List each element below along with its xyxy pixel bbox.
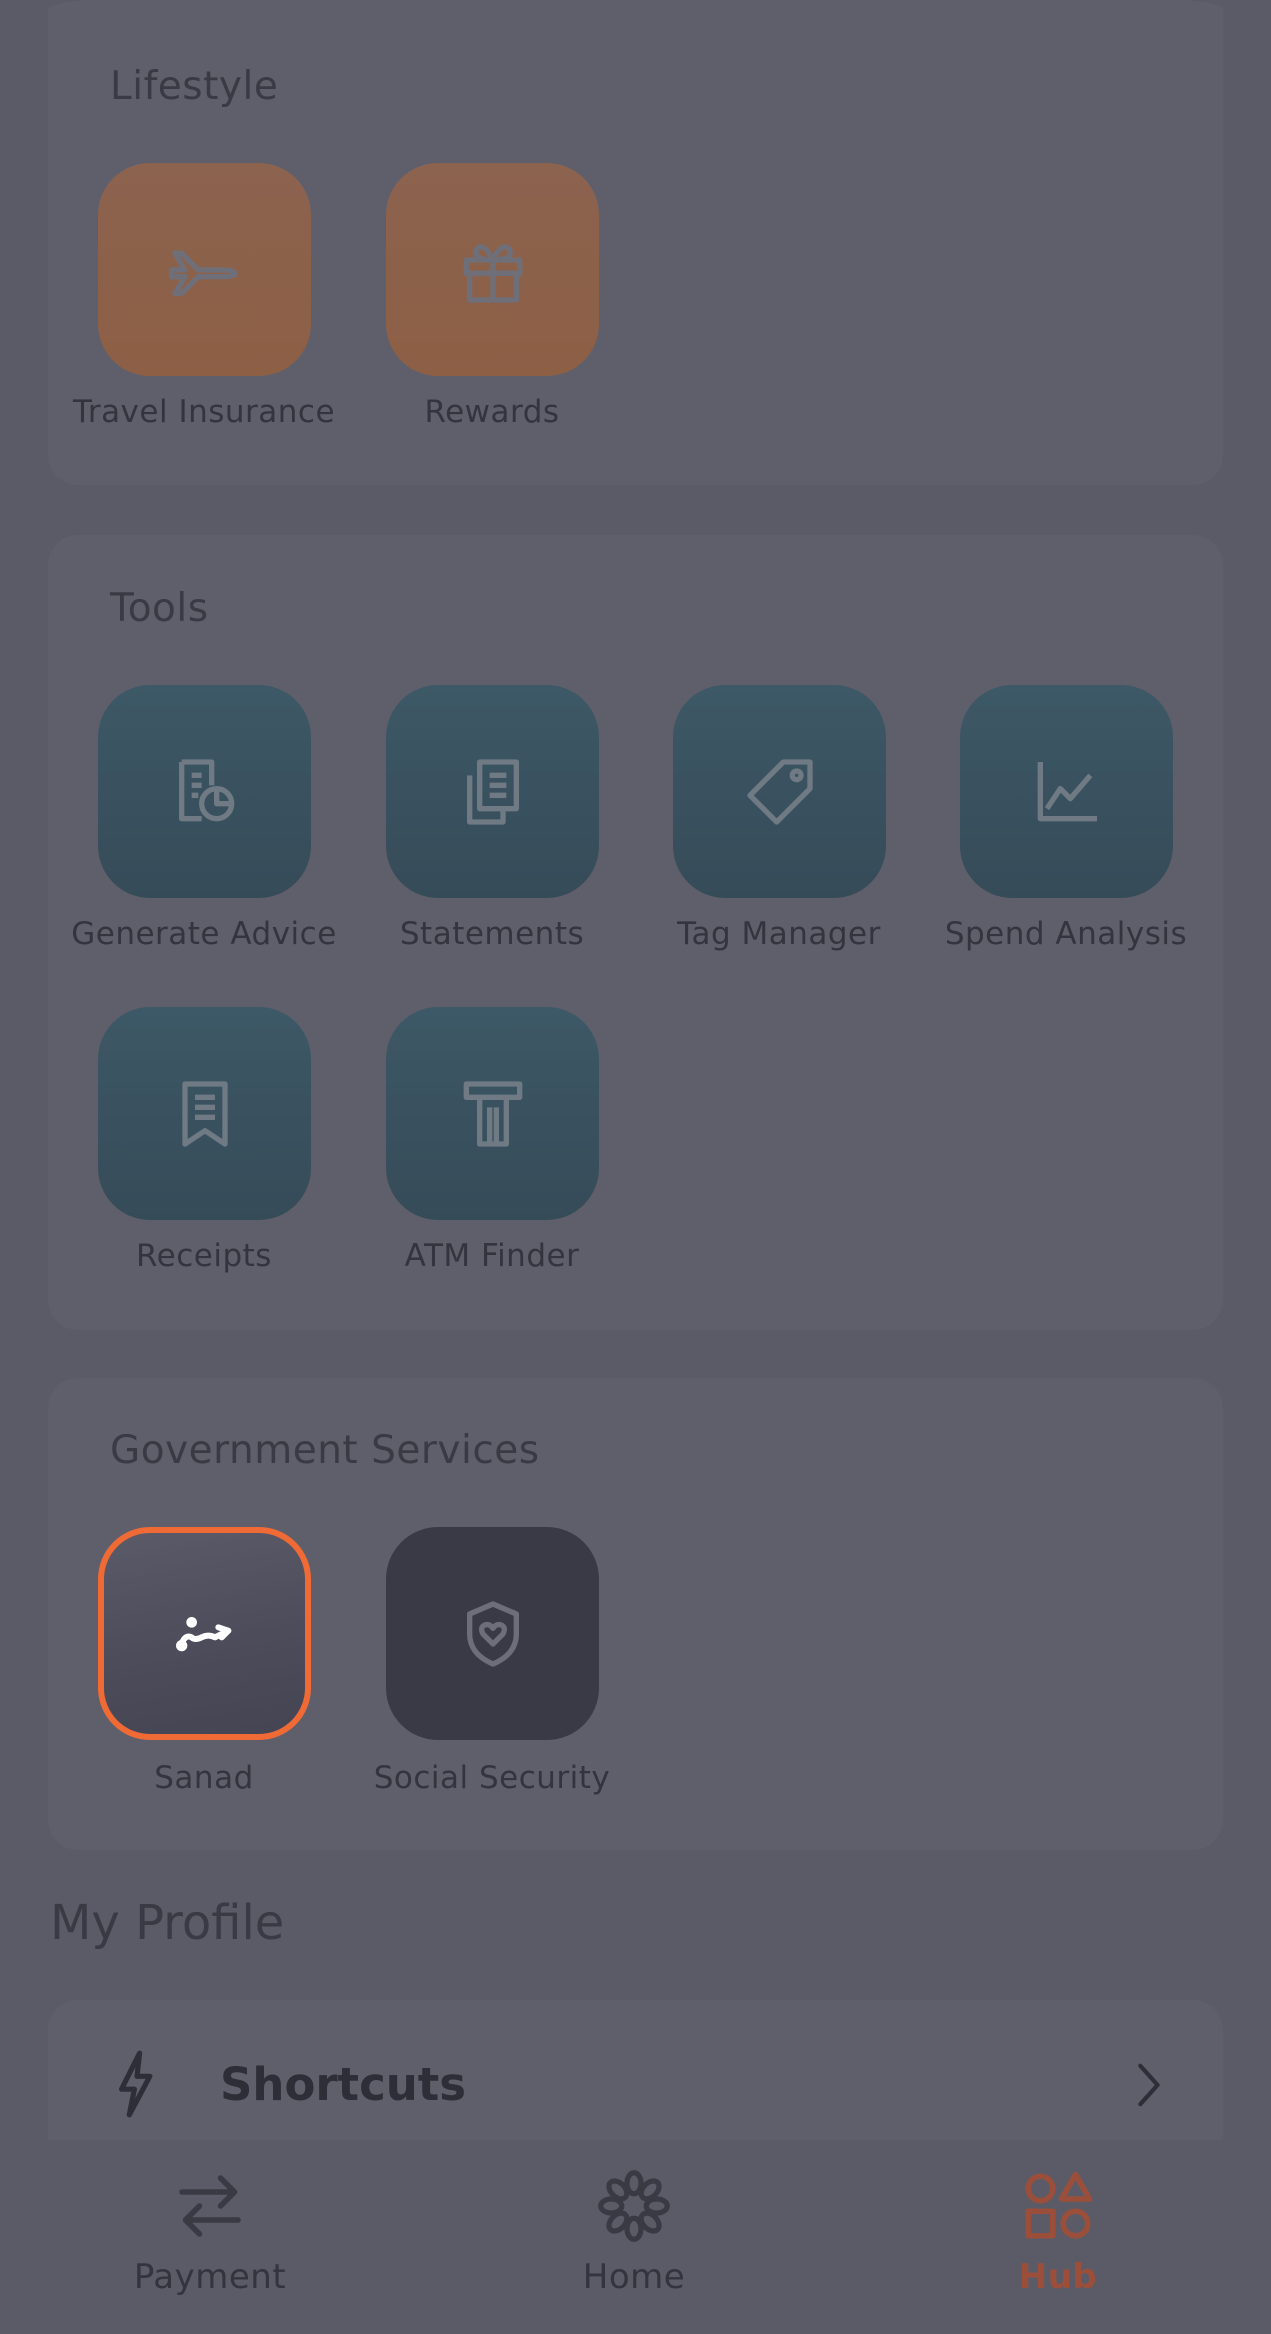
shield-heart-icon <box>466 1600 519 1667</box>
tab-hub-label: Hub <box>1018 2257 1098 2297</box>
tab-payment-label: Payment <box>133 2257 287 2297</box>
tab-home-label: Home <box>582 2257 686 2297</box>
tab-payment[interactable]: Payment <box>60 2140 360 2334</box>
statements-label: Statements <box>399 916 585 952</box>
transfer-arrows-icon <box>179 2175 241 2237</box>
atm-finder-label: ATM Finder <box>404 1238 580 1274</box>
tag-manager-tile[interactable] <box>673 685 886 898</box>
line-chart-icon <box>1037 761 1097 821</box>
lifestyle-title: Lifestyle <box>110 64 279 109</box>
shortcuts-label: Shortcuts <box>220 2058 467 2111</box>
generate-advice-tile[interactable] <box>98 685 311 898</box>
sanad-logo-icon <box>175 1616 231 1651</box>
my-profile-title: My Profile <box>50 1895 285 1951</box>
spend-analysis-label: Spend Analysis <box>944 916 1188 952</box>
lightning-icon <box>119 2050 153 2118</box>
receipt-icon <box>181 1080 228 1147</box>
atm-icon <box>463 1080 522 1147</box>
tools-title: Tools <box>110 586 209 631</box>
receipts-tile[interactable] <box>98 1007 311 1220</box>
travel-insurance-tile[interactable] <box>98 163 311 376</box>
statements-tile[interactable] <box>386 685 599 898</box>
rewards-label: Rewards <box>424 394 560 430</box>
document-chart-icon <box>178 758 234 821</box>
atm-finder-tile[interactable] <box>386 1007 599 1220</box>
documents-icon <box>466 758 519 825</box>
government-title: Government Services <box>110 1428 540 1473</box>
tag-icon <box>746 758 813 825</box>
spend-analysis-tile[interactable] <box>960 685 1173 898</box>
receipts-label: Receipts <box>136 1238 272 1274</box>
airplane-icon <box>168 250 238 296</box>
bottom-tab-bar: Payment Home Hub <box>0 2140 1271 2334</box>
rewards-tile[interactable] <box>386 163 599 376</box>
tab-hub[interactable]: Hub <box>908 2140 1208 2334</box>
social-security-tile[interactable] <box>386 1527 599 1740</box>
hub-screen: Lifestyle Travel Insurance Rewards Tools… <box>0 0 1271 2334</box>
social-security-label: Social Security <box>373 1760 611 1796</box>
tab-home[interactable]: Home <box>484 2140 784 2334</box>
sanad-label: Sanad <box>154 1760 254 1796</box>
gift-icon <box>463 243 522 303</box>
generate-advice-label: Generate Advice <box>71 916 337 952</box>
shapes-icon <box>1025 2171 1093 2239</box>
flower-logo-icon <box>598 2170 670 2242</box>
tag-manager-label: Tag Manager <box>677 916 881 952</box>
travel-insurance-label: Travel Insurance <box>72 394 336 430</box>
sanad-tile[interactable] <box>98 1527 311 1740</box>
chevron-right-icon <box>1138 2063 1160 2107</box>
